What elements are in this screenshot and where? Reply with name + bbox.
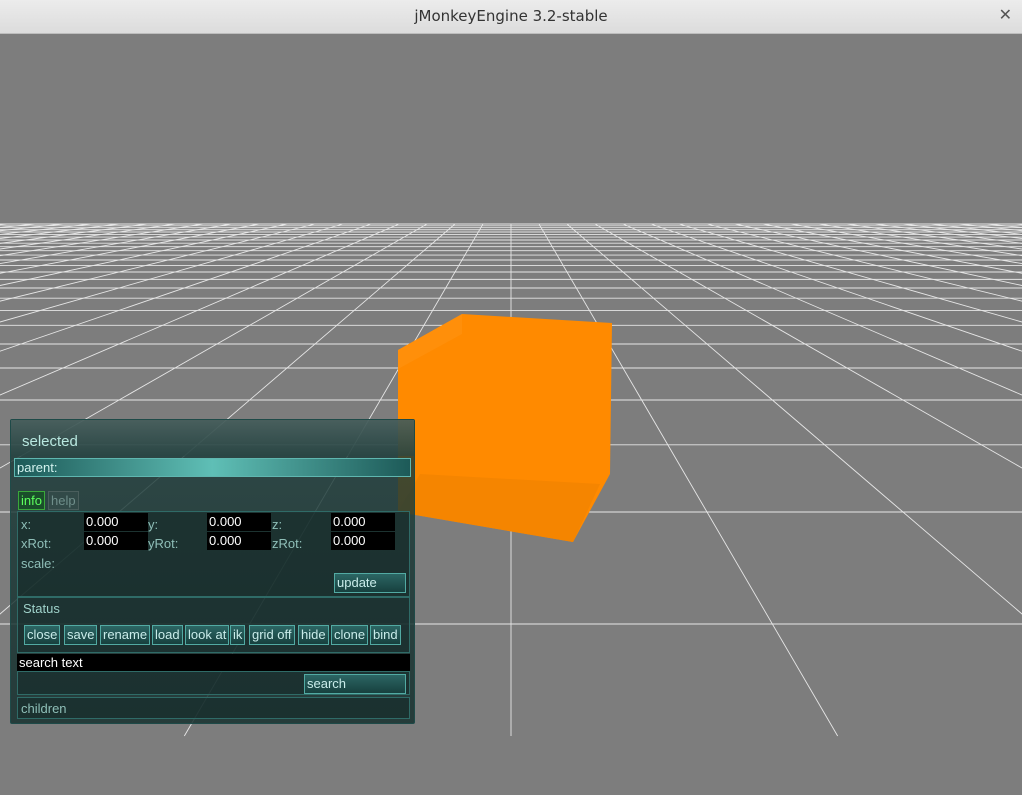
parent-label: parent: xyxy=(17,460,58,475)
grid-line xyxy=(790,223,1022,265)
grid-line xyxy=(650,223,1022,352)
save-button[interactable]: save xyxy=(64,625,98,645)
scale-label: scale: xyxy=(21,556,55,571)
rename-button[interactable]: rename xyxy=(100,625,151,645)
yrot-label: yRot: xyxy=(148,536,179,551)
grid-line xyxy=(930,223,1022,235)
grid-line xyxy=(846,223,1022,250)
load-button[interactable]: load xyxy=(152,625,183,645)
y-field[interactable]: 0.000 xyxy=(207,513,271,531)
grid-line xyxy=(818,223,1022,257)
clone-button[interactable]: clone xyxy=(331,625,369,645)
window-title: jMonkeyEngine 3.2-stable xyxy=(414,7,608,25)
x-label: x: xyxy=(21,517,32,532)
xrot-field[interactable]: 0.000 xyxy=(84,532,148,550)
selected-panel: selected parent: info help x: 0.000 y: 0… xyxy=(10,419,415,724)
grid-line xyxy=(566,223,1022,615)
status-label: Status xyxy=(23,601,60,616)
close-icon[interactable]: ✕ xyxy=(999,5,1012,24)
grid-line xyxy=(986,223,1022,228)
hide-button[interactable]: hide xyxy=(298,625,329,645)
z-label: z: xyxy=(272,517,283,532)
zrot-label: zRot: xyxy=(272,536,303,551)
panel-header[interactable]: selected xyxy=(11,420,414,456)
xrot-label: xRot: xyxy=(21,536,52,551)
grid-line xyxy=(622,223,1022,396)
close-button[interactable]: close xyxy=(24,625,61,645)
orange-cube[interactable] xyxy=(398,314,612,542)
ik-button[interactable]: ik xyxy=(230,625,246,645)
tab-info[interactable]: info xyxy=(18,491,45,510)
search-input[interactable]: search text xyxy=(17,654,410,671)
grid-off-button[interactable]: grid off xyxy=(249,625,295,645)
grid-line xyxy=(706,223,1022,302)
grid-line xyxy=(594,223,1022,469)
grid-line xyxy=(902,223,1022,240)
window-titlebar: jMonkeyEngine 3.2-stable ✕ xyxy=(0,0,1022,34)
zrot-field[interactable]: 0.000 xyxy=(331,532,395,550)
y-label: y: xyxy=(148,517,159,532)
cube-bottom-face xyxy=(398,474,600,542)
z-field[interactable]: 0.000 xyxy=(331,513,395,531)
transform-box: x: 0.000 y: 0.000 z: 0.000 xRot: 0.000 y… xyxy=(17,511,410,597)
children-label: children xyxy=(21,701,67,716)
parent-field[interactable]: parent: xyxy=(14,458,411,477)
bind-button[interactable]: bind xyxy=(370,625,401,645)
search-box: search xyxy=(17,671,410,695)
search-button[interactable]: search xyxy=(304,674,406,694)
grid-line xyxy=(958,223,1022,232)
grid-line xyxy=(678,223,1022,323)
status-box: Status close save rename load look at ik… xyxy=(17,597,410,653)
children-box: children xyxy=(17,697,410,719)
tab-help[interactable]: help xyxy=(48,491,79,510)
look-at-button[interactable]: look at xyxy=(185,625,230,645)
panel-title: selected xyxy=(22,433,78,450)
grid-line xyxy=(734,223,1022,286)
x-field[interactable]: 0.000 xyxy=(84,513,148,531)
update-button[interactable]: update xyxy=(334,573,406,593)
yrot-field[interactable]: 0.000 xyxy=(207,532,271,550)
